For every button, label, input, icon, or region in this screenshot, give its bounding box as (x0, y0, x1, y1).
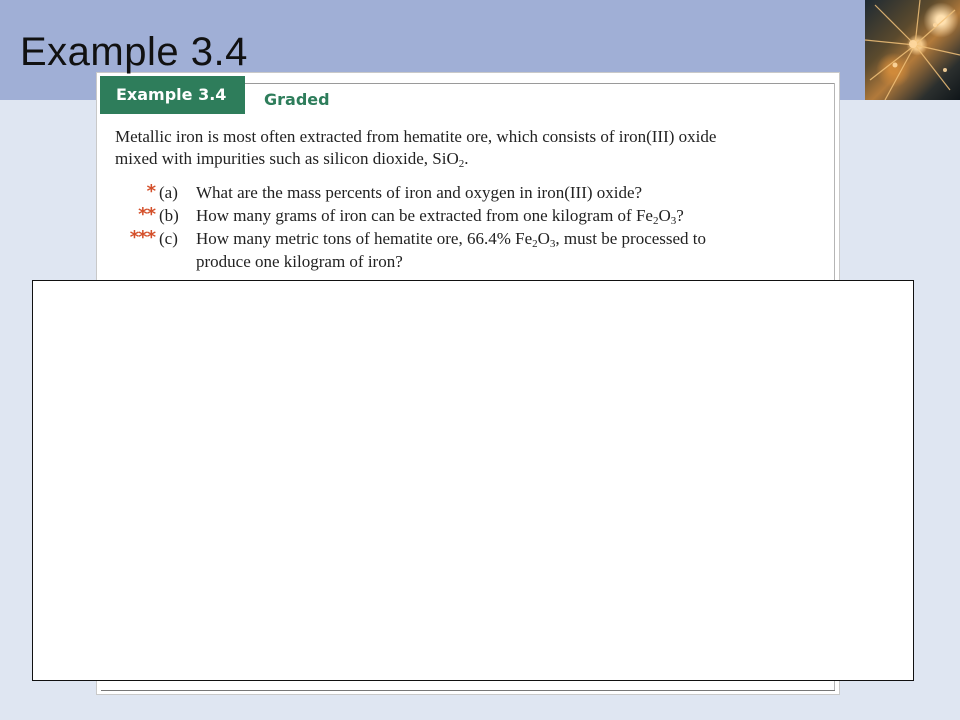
question-b: ** (b) How many grams of iron can be ext… (115, 204, 815, 227)
intro-line-1: Metallic iron is most often extracted fr… (115, 127, 717, 146)
corner-photo (865, 0, 960, 100)
problem-intro: Metallic iron is most often extracted fr… (115, 126, 815, 170)
question-c: *** (c) How many metric tons of hematite… (115, 227, 815, 273)
heading-rule (245, 83, 835, 84)
question-a: * (a) What are the mass percents of iron… (115, 181, 815, 204)
answer-cover-box (32, 280, 914, 681)
graded-tag: Graded (264, 90, 330, 109)
question-text: How many grams of iron can be extracted … (196, 206, 684, 227)
slide-title: Example 3.4 (20, 30, 248, 74)
example-heading: Example 3.4 (100, 76, 245, 114)
question-letter: (c) (159, 229, 178, 248)
difficulty-stars-icon: *** (129, 227, 156, 248)
question-text: What are the mass percents of iron and o… (196, 183, 643, 202)
mineral-photo-graphic (865, 0, 960, 100)
question-text: How many metric tons of hematite ore, 66… (196, 229, 707, 271)
difficulty-stars-icon: * (146, 181, 156, 202)
intro-period: . (464, 149, 469, 168)
intro-line-2: mixed with impurities such as silicon di… (115, 149, 459, 168)
question-letter: (a) (159, 183, 178, 202)
panel-bottom-rule (101, 690, 835, 691)
difficulty-stars-icon: ** (138, 204, 156, 225)
question-letter: (b) (159, 206, 179, 225)
